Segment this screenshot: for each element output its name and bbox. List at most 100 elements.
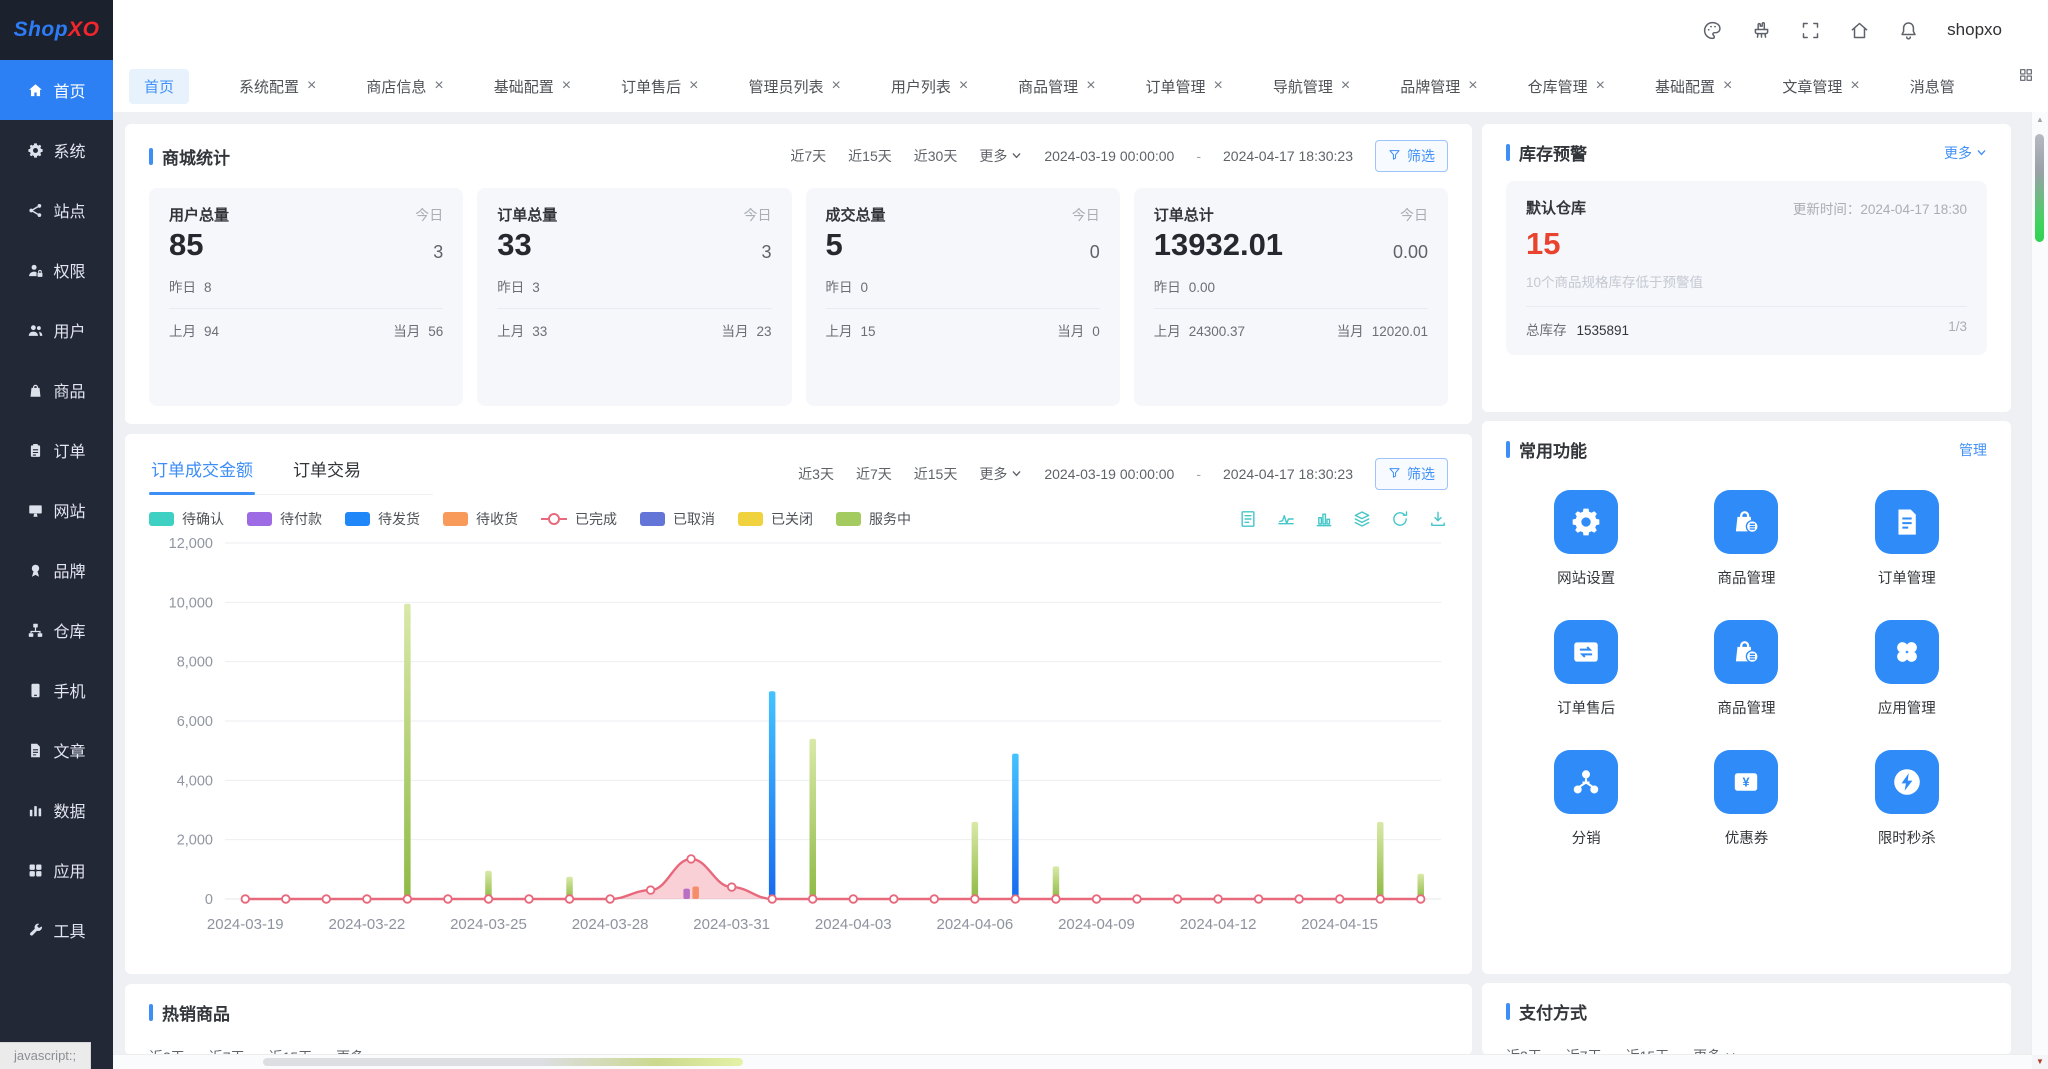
- filter-近15天[interactable]: 近15天: [914, 464, 958, 484]
- legend-待确认[interactable]: 待确认: [149, 509, 224, 529]
- legend-已完成[interactable]: 已完成: [541, 509, 617, 529]
- more-dropdown[interactable]: 更多: [979, 146, 1022, 166]
- scroll-up-icon[interactable]: ▲: [2032, 115, 2048, 124]
- bar-chart-icon[interactable]: [1314, 509, 1334, 529]
- filter-button[interactable]: 筛选: [1375, 458, 1448, 490]
- filter-近3天[interactable]: 近3天: [798, 464, 834, 484]
- chart-tab-0[interactable]: 订单成交金额: [149, 450, 255, 494]
- close-icon[interactable]: ×: [1214, 78, 1223, 94]
- fullscreen-icon[interactable]: [1800, 20, 1821, 41]
- filter-近15天[interactable]: 近15天: [848, 146, 892, 166]
- download-icon[interactable]: [1428, 509, 1448, 529]
- func-1-商品管理[interactable]: 商品管理: [1714, 490, 1778, 588]
- tab-11[interactable]: 基础配置×: [1655, 76, 1732, 97]
- sidebar-item-site[interactable]: 站点: [0, 180, 113, 240]
- func-8-限时秒杀[interactable]: 限时秒杀: [1875, 750, 1939, 848]
- sidebar-item-article[interactable]: 文章: [0, 720, 113, 780]
- sidebar-item-order[interactable]: 订单: [0, 420, 113, 480]
- close-icon[interactable]: ×: [562, 78, 571, 94]
- tab-label: 仓库管理: [1528, 76, 1588, 97]
- tab-10[interactable]: 仓库管理 ×: [1528, 76, 1605, 97]
- tab-home[interactable]: 首页: [129, 69, 189, 104]
- home-icon[interactable]: [1849, 20, 1870, 41]
- stack-icon[interactable]: [1352, 509, 1372, 529]
- close-icon[interactable]: ×: [1596, 78, 1605, 94]
- close-icon[interactable]: ×: [1341, 78, 1350, 94]
- tab-9[interactable]: 品牌管理×: [1400, 76, 1477, 97]
- func-6-分销[interactable]: 分销: [1554, 750, 1618, 848]
- sidebar-item-permission[interactable]: 权限: [0, 240, 113, 300]
- tab-6[interactable]: 商品管理×: [1018, 76, 1095, 97]
- data-view-icon[interactable]: [1238, 509, 1258, 529]
- func-4-商品管理[interactable]: 商品管理: [1714, 620, 1778, 718]
- sidebar-item-brand[interactable]: 品牌: [0, 540, 113, 600]
- legend-待付款[interactable]: 待付款: [247, 509, 322, 529]
- sidebar-item-tools[interactable]: 工具: [0, 900, 113, 960]
- sidebar-item-goods[interactable]: 商品: [0, 360, 113, 420]
- close-icon[interactable]: ×: [1723, 78, 1732, 94]
- filter-button[interactable]: 筛选: [1375, 140, 1448, 172]
- tab-8[interactable]: 导航管理×: [1273, 76, 1350, 97]
- vertical-scrollbar[interactable]: ▲: [2031, 112, 2048, 1055]
- sidebar-item-system[interactable]: 系统: [0, 120, 113, 180]
- sidebar-item-user[interactable]: 用户: [0, 300, 113, 360]
- func-7-优惠券[interactable]: ¥优惠券: [1714, 750, 1778, 848]
- more-dropdown[interactable]: 更多: [1944, 143, 1987, 163]
- swap-icon: [1554, 620, 1618, 684]
- stat-value: 5: [826, 227, 843, 263]
- filter-近7天[interactable]: 近7天: [856, 464, 892, 484]
- filter-近30天[interactable]: 近30天: [914, 146, 958, 166]
- func-5-应用管理[interactable]: 应用管理: [1875, 620, 1939, 718]
- vertical-scroll-thumb[interactable]: [2035, 134, 2044, 242]
- tab-13[interactable]: 消息管: [1910, 76, 1955, 97]
- horizontal-scrollbar[interactable]: [113, 1054, 2032, 1069]
- sidebar-item-website[interactable]: 网站: [0, 480, 113, 540]
- close-icon[interactable]: ×: [307, 78, 316, 94]
- close-icon[interactable]: ×: [689, 78, 698, 94]
- tab-2[interactable]: 基础配置×: [494, 76, 571, 97]
- close-icon[interactable]: ×: [959, 78, 968, 94]
- tab-0[interactable]: 系统配置×: [239, 76, 316, 97]
- tab-3[interactable]: 订单售后×: [621, 76, 698, 97]
- username[interactable]: shopxo: [1947, 20, 2002, 40]
- legend-待发货[interactable]: 待发货: [345, 509, 420, 529]
- sidebar-item-data[interactable]: 数据: [0, 780, 113, 840]
- tab-5[interactable]: 用户列表×: [891, 76, 968, 97]
- func-3-订单售后[interactable]: 订单售后: [1554, 620, 1618, 718]
- legend-服务中[interactable]: 服务中: [836, 509, 911, 529]
- palette-icon[interactable]: [1702, 20, 1723, 41]
- clean-cache-icon[interactable]: [1751, 20, 1772, 41]
- legend-已关闭[interactable]: 已关闭: [738, 509, 813, 529]
- close-icon[interactable]: ×: [1850, 78, 1859, 94]
- manage-link[interactable]: 管理: [1959, 440, 1987, 460]
- pager[interactable]: 1/3: [1948, 319, 1967, 339]
- tab-12[interactable]: 文章管理×: [1782, 76, 1859, 97]
- close-icon[interactable]: ×: [1086, 78, 1095, 94]
- line-chart-icon[interactable]: [1276, 509, 1296, 529]
- chart-tab-1[interactable]: 订单交易: [291, 450, 363, 494]
- func-2-订单管理[interactable]: 订单管理: [1875, 490, 1939, 588]
- sidebar-item-warehouse[interactable]: 仓库: [0, 600, 113, 660]
- tab-4[interactable]: 管理员列表×: [748, 76, 840, 97]
- tab-1[interactable]: 商店信息×: [366, 76, 443, 97]
- legend-已取消[interactable]: 已取消: [640, 509, 715, 529]
- bell-icon[interactable]: [1898, 20, 1919, 41]
- close-icon[interactable]: ×: [831, 78, 840, 94]
- more-dropdown[interactable]: 更多: [979, 464, 1022, 484]
- scroll-down-icon[interactable]: ▼: [2032, 1055, 2048, 1069]
- refresh-icon[interactable]: [1390, 509, 1410, 529]
- sidebar-item-mobile[interactable]: 手机: [0, 660, 113, 720]
- svg-text:2024-04-09: 2024-04-09: [1058, 916, 1135, 933]
- func-0-网站设置[interactable]: 网站设置: [1554, 490, 1618, 588]
- filter-近7天[interactable]: 近7天: [790, 146, 826, 166]
- award-icon: [27, 562, 44, 579]
- logo[interactable]: ShopXO: [0, 0, 113, 60]
- sidebar-item-home[interactable]: 首页: [0, 60, 113, 120]
- legend-待收货[interactable]: 待收货: [443, 509, 518, 529]
- tab-grid-icon[interactable]: [2018, 67, 2034, 88]
- close-icon[interactable]: ×: [434, 78, 443, 94]
- close-icon[interactable]: ×: [1468, 78, 1477, 94]
- horizontal-scroll-thumb[interactable]: [263, 1058, 743, 1066]
- sidebar-item-apps[interactable]: 应用: [0, 840, 113, 900]
- tab-7[interactable]: 订单管理×: [1146, 76, 1223, 97]
